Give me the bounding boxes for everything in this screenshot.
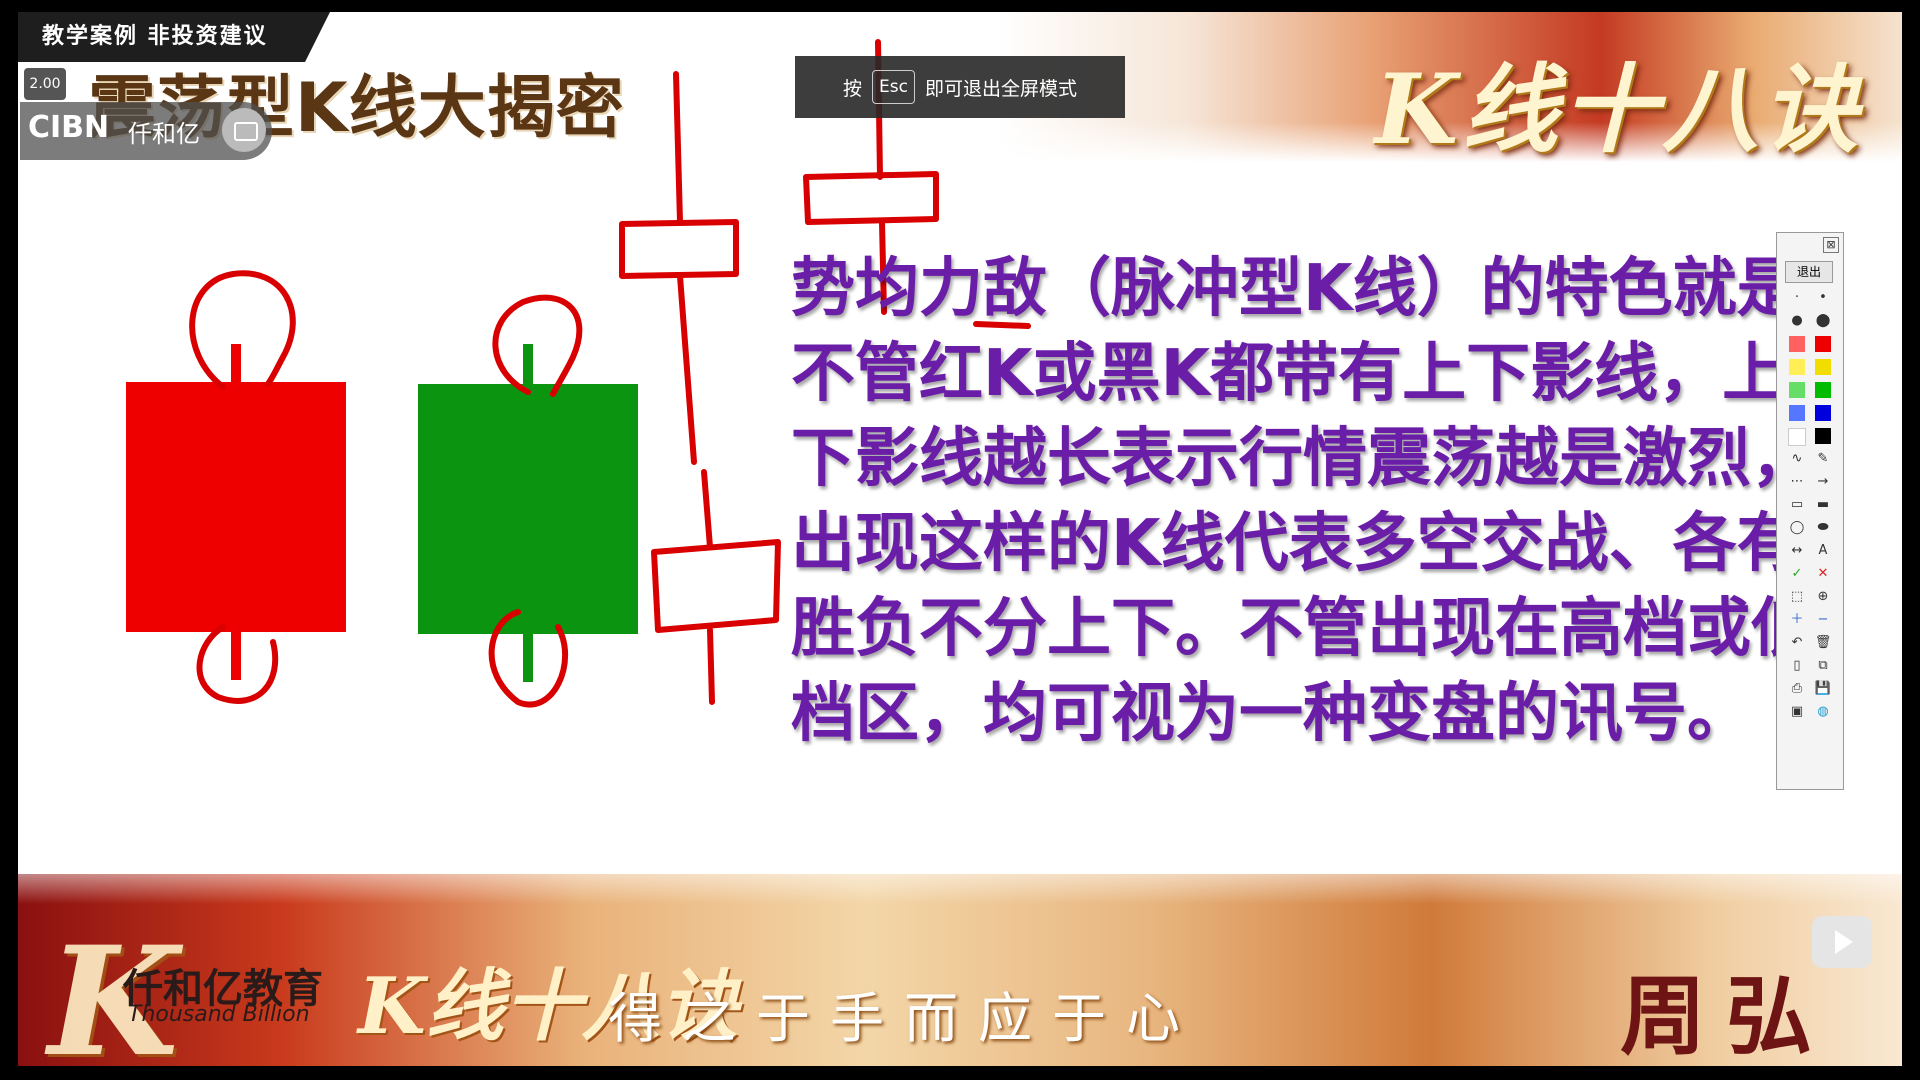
ink-candle-1-lower-line	[677, 273, 697, 465]
ink-candle-3-lower-line	[707, 627, 715, 705]
minus-icon[interactable]: −	[1811, 611, 1835, 629]
slogan: 得之于手而应于心	[608, 987, 1200, 1050]
play-button-icon[interactable]	[1812, 916, 1872, 968]
screen-icon[interactable]: ▣	[1785, 703, 1809, 721]
disclaimer-badge: 教学案例 非投资建议	[18, 12, 330, 62]
annotation-toolbar: ⊠ 退出 · • ● ⬤ ∿ ✎ ⋯ → ▭ ▬ ◯ ⬬ ↔ A ✓ ✕ ⬚ ⊕…	[1776, 232, 1844, 790]
select-tool-icon[interactable]: ⬚	[1785, 588, 1809, 606]
author-name: 周弘	[1620, 966, 1832, 1066]
ink-loop-red-bottom	[196, 624, 279, 704]
tv-icon	[222, 108, 266, 152]
color-swatch-6[interactable]	[1811, 381, 1835, 399]
ink-candle-2-body	[803, 171, 939, 225]
slide: K线十八诀 震荡型K线大揭密 势均力敌（脉冲型K线）的特色就是不管红K或黑K都带…	[18, 12, 1902, 1066]
ink-candle-3-upper-line	[701, 469, 713, 550]
filled-ellipse-tool-icon[interactable]: ⬬	[1811, 519, 1835, 537]
toolbar-tools: · • ● ⬤ ∿ ✎ ⋯ → ▭ ▬ ◯ ⬬ ↔ A ✓ ✕ ⬚ ⊕ ＋ − …	[1785, 289, 1835, 721]
color-swatch-2[interactable]	[1811, 335, 1835, 353]
tip-prefix: 按	[843, 77, 863, 100]
toolbar-exit-button[interactable]: 退出	[1785, 261, 1833, 283]
fullscreen-exit-tip: 按 Esc 即可退出全屏模式	[795, 56, 1125, 118]
filled-rectangle-tool-icon[interactable]: ▬	[1811, 496, 1835, 514]
ink-candle-1-body	[619, 219, 739, 279]
ink-candle-1-upper-line	[673, 71, 683, 225]
color-swatch-7[interactable]	[1785, 404, 1809, 422]
ink-loop-red-top	[189, 270, 296, 390]
playback-speed-badge[interactable]: 2.00	[24, 68, 66, 100]
check-tool-icon[interactable]: ✓	[1785, 565, 1809, 583]
color-swatch-4[interactable]	[1811, 358, 1835, 376]
ellipse-tool-icon[interactable]: ◯	[1785, 519, 1809, 537]
dashed-line-tool-icon[interactable]: ⋯	[1785, 473, 1809, 491]
save-icon[interactable]: 💾	[1811, 680, 1835, 698]
channel-name: CIBN	[28, 110, 110, 145]
ink-loop-green-top	[492, 294, 583, 397]
ink-loop-green-bottom	[488, 609, 569, 708]
copy-icon[interactable]: ⧉	[1811, 657, 1835, 675]
cross-tool-icon[interactable]: ✕	[1811, 565, 1835, 583]
esc-key-label: Esc	[872, 70, 915, 104]
freehand-tool-icon[interactable]: ∿	[1785, 450, 1809, 468]
plus-icon[interactable]: ＋	[1785, 611, 1809, 629]
rectangle-tool-icon[interactable]: ▭	[1785, 496, 1809, 514]
globe-icon[interactable]: ◍	[1811, 703, 1835, 721]
color-swatch-8[interactable]	[1811, 404, 1835, 422]
zoom-tool-icon[interactable]: ⊕	[1811, 588, 1835, 606]
medium-dot-tool-icon[interactable]: •	[1811, 289, 1835, 307]
color-swatch-9[interactable]	[1785, 427, 1809, 446]
pen-tool-icon[interactable]: ✎	[1811, 450, 1835, 468]
new-page-icon[interactable]: ▯	[1785, 657, 1809, 675]
large-dot-tool-icon[interactable]: ●	[1785, 312, 1809, 330]
logo-text-en: Thousand Billion	[128, 1002, 310, 1027]
ink-candle-3-body	[651, 539, 781, 633]
text-tool-icon[interactable]: A	[1811, 542, 1835, 560]
main-paragraph: 势均力敌（脉冲型K线）的特色就是不管红K或黑K都带有上下影线，上下影线越长表示行…	[791, 252, 1815, 751]
trash-icon[interactable]: 🗑	[1811, 634, 1835, 652]
color-swatch-5[interactable]	[1785, 381, 1809, 399]
toolbar-close-icon[interactable]: ⊠	[1823, 237, 1839, 253]
bottom-banner: K K线十八诀 仟和亿教育 Thousand Billion 得之于手而应于心 …	[18, 844, 1902, 1066]
color-swatch-10[interactable]	[1811, 427, 1835, 445]
xlarge-dot-tool-icon[interactable]: ⬤	[1811, 312, 1835, 330]
undo-icon[interactable]: ↶	[1785, 634, 1809, 652]
channel-subname: 仟和亿	[128, 120, 200, 148]
print-icon[interactable]: ⎙	[1785, 680, 1809, 698]
double-arrow-tool-icon[interactable]: ↔	[1785, 542, 1809, 560]
arrow-tool-icon[interactable]: →	[1811, 473, 1835, 491]
channel-logo: CIBN 仟和亿	[20, 102, 272, 160]
tip-suffix: 即可退出全屏模式	[924, 77, 1077, 100]
color-swatch-3[interactable]	[1785, 358, 1809, 376]
color-swatch-1[interactable]	[1785, 335, 1809, 353]
small-dot-tool-icon[interactable]: ·	[1785, 289, 1809, 307]
